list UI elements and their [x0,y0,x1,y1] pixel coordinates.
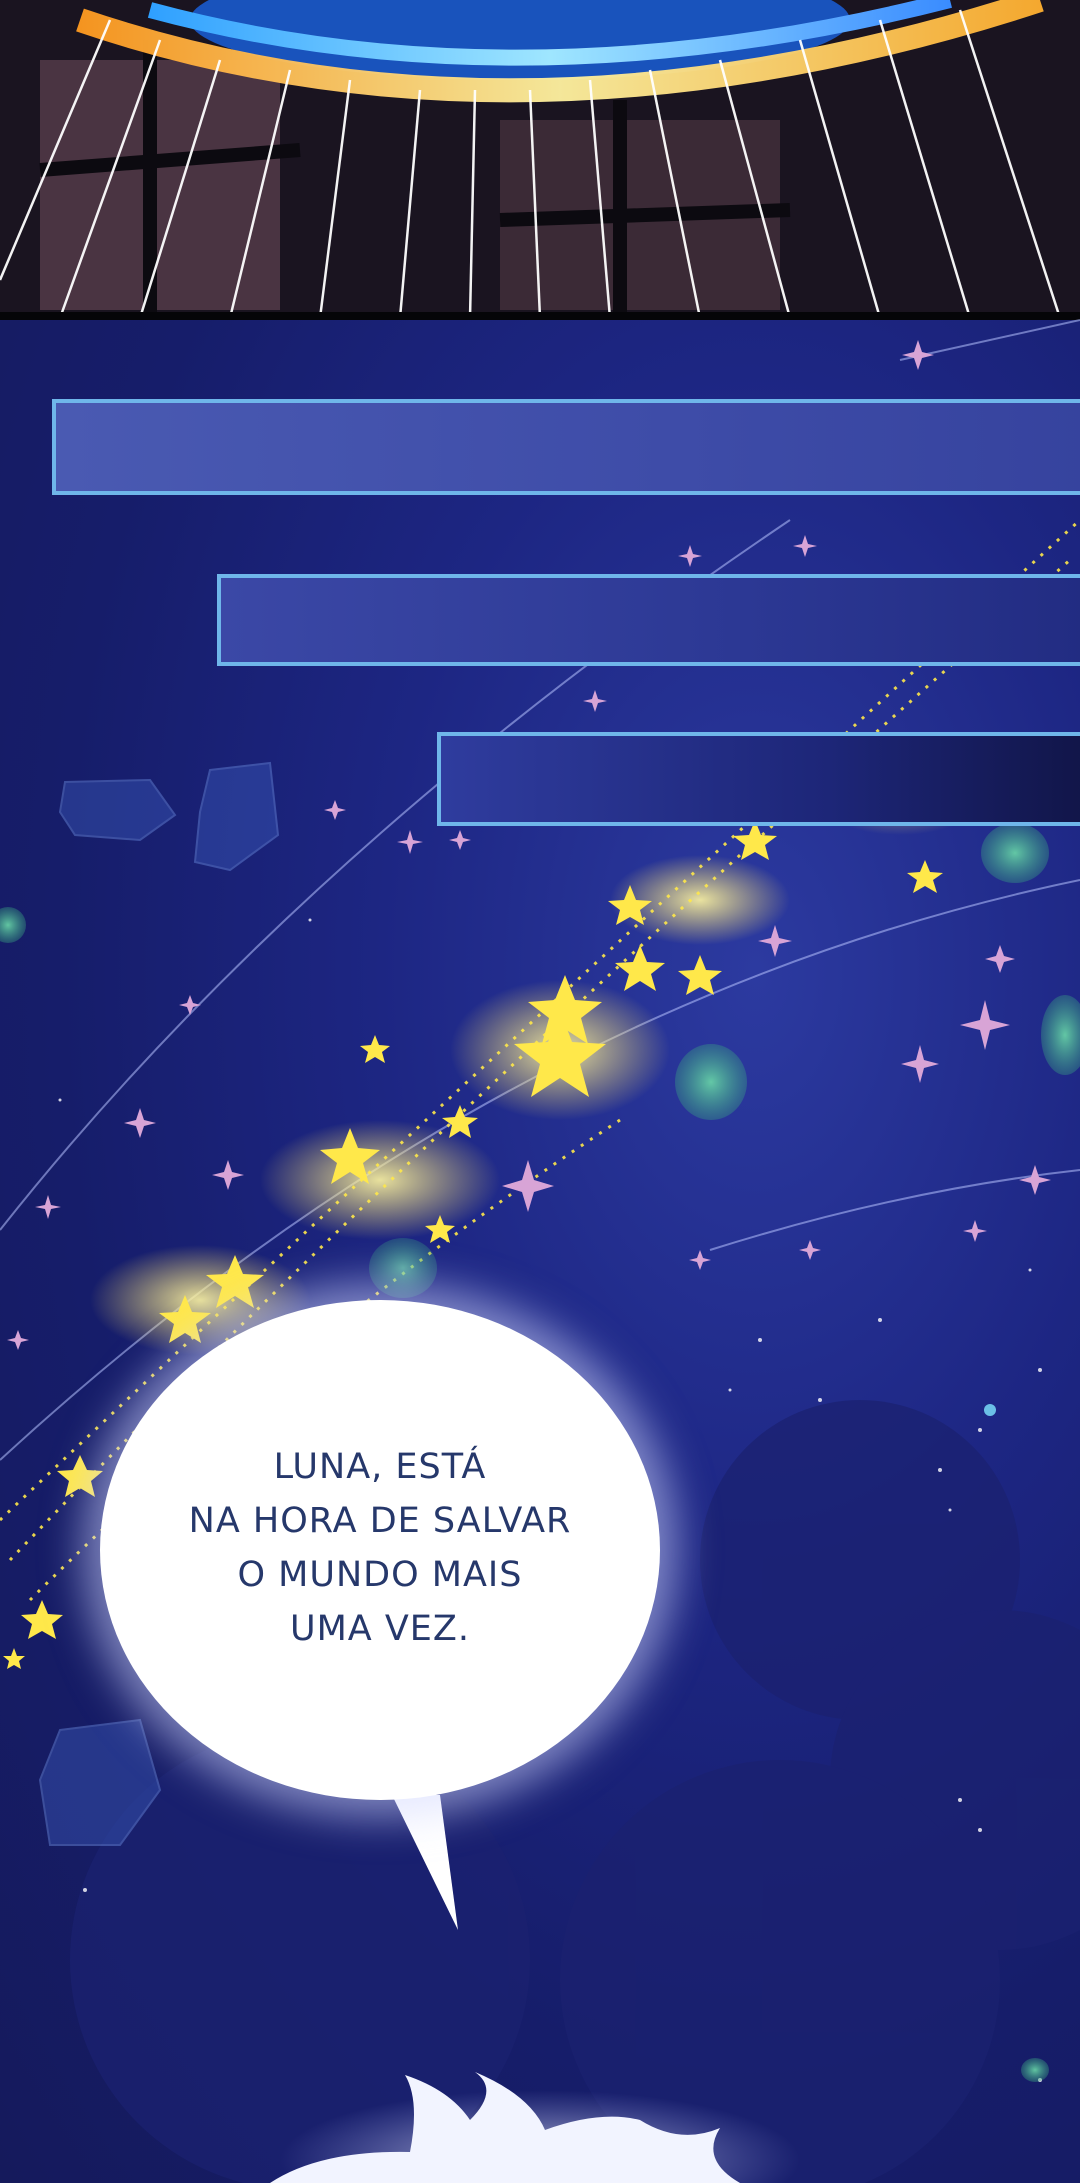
caption-box-1 [52,399,1080,495]
caption-box-3 [437,732,1080,826]
caption-box-2 [217,574,1080,666]
speech-line-1: LUNA, ESTÁ [273,1447,487,1487]
speech-line-2: NA HORA DE SALVAR [188,1501,572,1541]
star-trail-illustration [0,319,1080,2183]
speech-bubble-text: LUNA, ESTÁ NA HORA DE SALVAR O MUNDO MAI… [150,1440,610,1656]
speech-line-4: UMA VEZ. [289,1609,471,1649]
speech-line-3: O MUNDO MAIS [237,1555,523,1595]
